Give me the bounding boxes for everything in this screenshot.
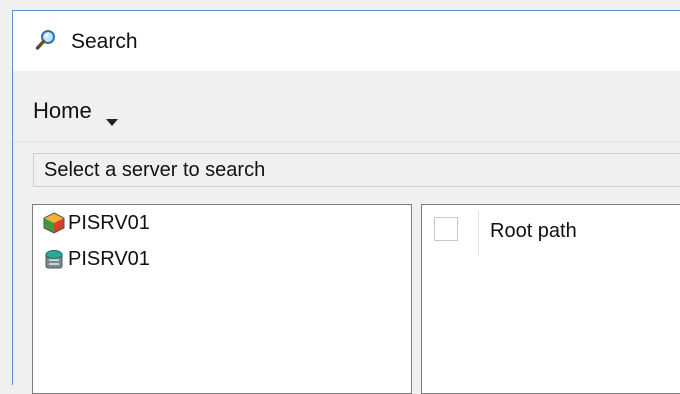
tree-item-data-archive[interactable]: PISRV01	[43, 248, 150, 270]
af-server-icon	[43, 212, 65, 234]
window-title: Search	[71, 30, 138, 53]
magnifier-icon	[35, 29, 57, 51]
title-bar: Search	[13, 11, 680, 71]
menu-divider	[13, 141, 680, 142]
results-list[interactable]: Root path	[421, 204, 680, 394]
column-header-root-path[interactable]: Root path	[490, 220, 577, 242]
server-selector-bar[interactable]: Select a server to search	[33, 153, 680, 187]
menu-bar: Home	[13, 71, 680, 142]
tree-item-label: PISRV01	[68, 248, 150, 270]
select-all-checkbox[interactable]	[434, 217, 458, 241]
data-archive-icon	[43, 248, 65, 270]
chevron-down-icon	[105, 107, 119, 126]
home-menu-button[interactable]: Home	[33, 97, 119, 126]
server-tree[interactable]: PISRV01 PISRV01	[32, 204, 412, 394]
column-divider[interactable]	[478, 210, 479, 256]
home-menu-label: Home	[33, 98, 92, 123]
server-selector-text: Select a server to search	[44, 159, 266, 181]
search-window: Search Home Select a server to search PI…	[12, 10, 680, 394]
tree-item-label: PISRV01	[68, 212, 150, 234]
tree-item-af-server[interactable]: PISRV01	[43, 212, 150, 234]
